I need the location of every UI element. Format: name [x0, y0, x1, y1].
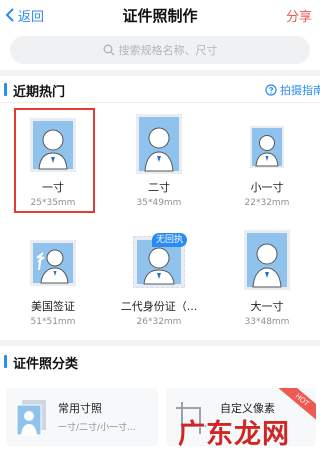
spec-size: 22*32mm: [244, 198, 290, 208]
hot-ribbon: HOT: [276, 388, 316, 423]
category-section: 证件照分类 常用寸照 一寸/二寸/小一寸... 自定义像素 HOT: [0, 346, 320, 450]
category-section-title: 证件照分类: [13, 357, 79, 372]
chevron-left-icon: [5, 8, 14, 22]
portrait-icon: [136, 114, 182, 174]
portrait-icon: [244, 230, 290, 290]
selected-highlight: [14, 108, 95, 213]
search-icon: [103, 44, 114, 56]
category-card-title: 常用寸照: [58, 402, 102, 415]
spec-item-3[interactable]: 小一寸 22*32mm: [214, 106, 320, 218]
spec-name: 美国签证: [31, 300, 75, 313]
section-marker: [4, 355, 7, 368]
hot-section-header: 近期热门 拍摄指南: [0, 76, 320, 102]
spec-item-6[interactable]: 大一寸 33*48mm: [214, 224, 320, 336]
section-marker: [4, 83, 7, 96]
no-receipt-badge: 无回执: [152, 233, 188, 247]
page: 返回 证件照制作 分享 搜索规格名称、尺寸 近期热门 拍摄指南 一寸 25*35…: [0, 0, 320, 450]
spec-name: 大一寸: [250, 300, 284, 313]
visa-portrait-icon: [30, 240, 76, 286]
back-button[interactable]: 返回: [4, 5, 44, 25]
photo-stack-icon: [16, 400, 46, 436]
back-label: 返回: [18, 9, 45, 25]
help-circle-icon: [265, 84, 277, 96]
search-placeholder: 搜索规格名称、尺寸: [118, 44, 218, 57]
page-title: 证件照制作: [122, 7, 198, 25]
spec-item-4[interactable]: 美国签证 51*51mm: [0, 224, 106, 336]
spec-name: 二代身份证（...: [120, 300, 198, 313]
spec-name: 小一寸: [250, 181, 284, 194]
category-card-custom[interactable]: 自定义像素 HOT: [166, 388, 316, 446]
guide-link[interactable]: 拍摄指南: [265, 82, 320, 98]
category-card-common[interactable]: 常用寸照 一寸/二寸/小一寸...: [6, 388, 158, 446]
spec-size: 26*32mm: [136, 317, 182, 327]
search-bar: 搜索规格名称、尺寸: [0, 30, 320, 70]
divider: [0, 102, 320, 103]
category-card-subtitle: 一寸/二寸/小一寸...: [58, 423, 136, 433]
share-button[interactable]: 分享: [286, 6, 312, 25]
spec-name: 二寸: [148, 181, 170, 194]
search-input[interactable]: 搜索规格名称、尺寸: [10, 36, 310, 64]
spec-size: 33*48mm: [244, 317, 290, 327]
spec-item-2[interactable]: 二寸 35*49mm: [106, 106, 212, 218]
spec-size: 35*49mm: [136, 198, 182, 208]
nav-bar: 返回 证件照制作 分享: [0, 0, 320, 30]
hot-section-title: 近期热门: [13, 85, 66, 100]
guide-label: 拍摄指南: [280, 84, 320, 97]
crop-frame-icon: [176, 402, 206, 434]
portrait-icon: [250, 126, 284, 168]
category-card-title: 自定义像素: [220, 402, 275, 415]
spec-size: 51*51mm: [30, 317, 76, 327]
